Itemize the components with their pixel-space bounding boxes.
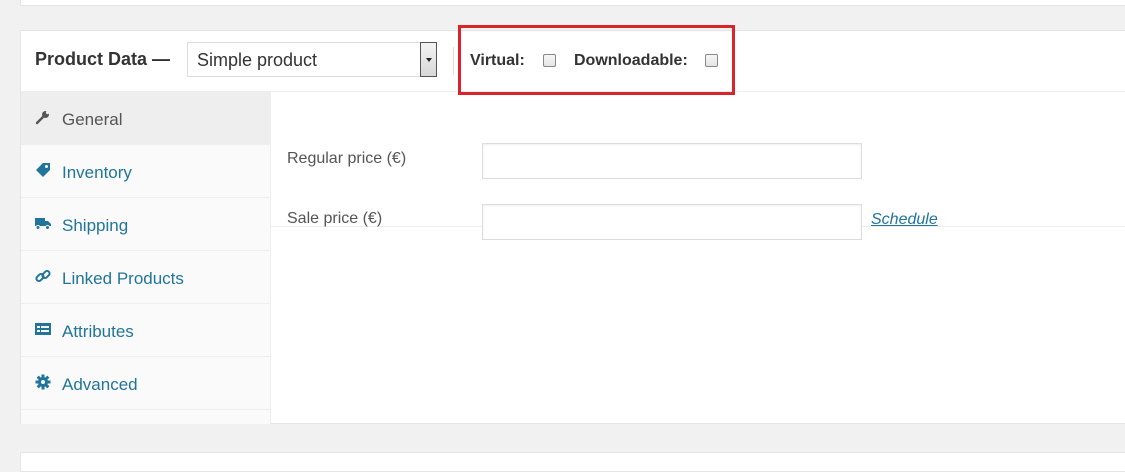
link-icon <box>35 268 51 284</box>
panel-title: Product Data — <box>35 49 171 69</box>
tab-linked-products[interactable]: Linked Products <box>21 251 270 304</box>
header-divider <box>453 47 454 75</box>
product-data-header: Product Data — Simple product Virtual: D… <box>21 25 1125 95</box>
next-metabox <box>20 452 1125 472</box>
product-data-tabs: General Inventory Shipping Linked Produc… <box>21 92 271 424</box>
tab-inventory[interactable]: Inventory <box>21 145 270 198</box>
list-icon <box>35 321 51 337</box>
highlight-box <box>458 25 735 95</box>
tab-general[interactable]: General <box>21 92 270 145</box>
product-type-value: Simple product <box>197 50 318 70</box>
truck-icon <box>35 215 51 231</box>
sale-price-label: Sale price (€) <box>287 210 383 227</box>
product-data-panel: Product Data — Simple product Virtual: D… <box>20 25 1125 424</box>
regular-price-label: Regular price (€) <box>287 150 407 167</box>
product-type-select[interactable]: Simple product <box>187 42 437 77</box>
chevron-down-icon[interactable] <box>420 42 437 77</box>
previous-metabox <box>20 0 1125 6</box>
tag-icon <box>35 162 51 178</box>
sale-price-input[interactable] <box>482 204 862 240</box>
gear-icon <box>35 374 51 390</box>
tab-advanced[interactable]: Advanced <box>21 357 270 410</box>
tab-label: Attributes <box>62 322 134 341</box>
tab-label: Linked Products <box>62 269 184 288</box>
tab-shipping[interactable]: Shipping <box>21 198 270 251</box>
schedule-link[interactable]: Schedule <box>871 211 938 229</box>
tab-label: Shipping <box>62 216 129 235</box>
general-options: Regular price (€) Sale price (€) Schedul… <box>271 92 1125 240</box>
tab-label: Inventory <box>62 163 132 182</box>
wrench-icon <box>35 109 51 125</box>
tab-label: Advanced <box>62 375 138 394</box>
tab-attributes[interactable]: Attributes <box>21 304 270 357</box>
regular-price-input[interactable] <box>482 143 862 179</box>
tab-label: General <box>62 110 123 129</box>
